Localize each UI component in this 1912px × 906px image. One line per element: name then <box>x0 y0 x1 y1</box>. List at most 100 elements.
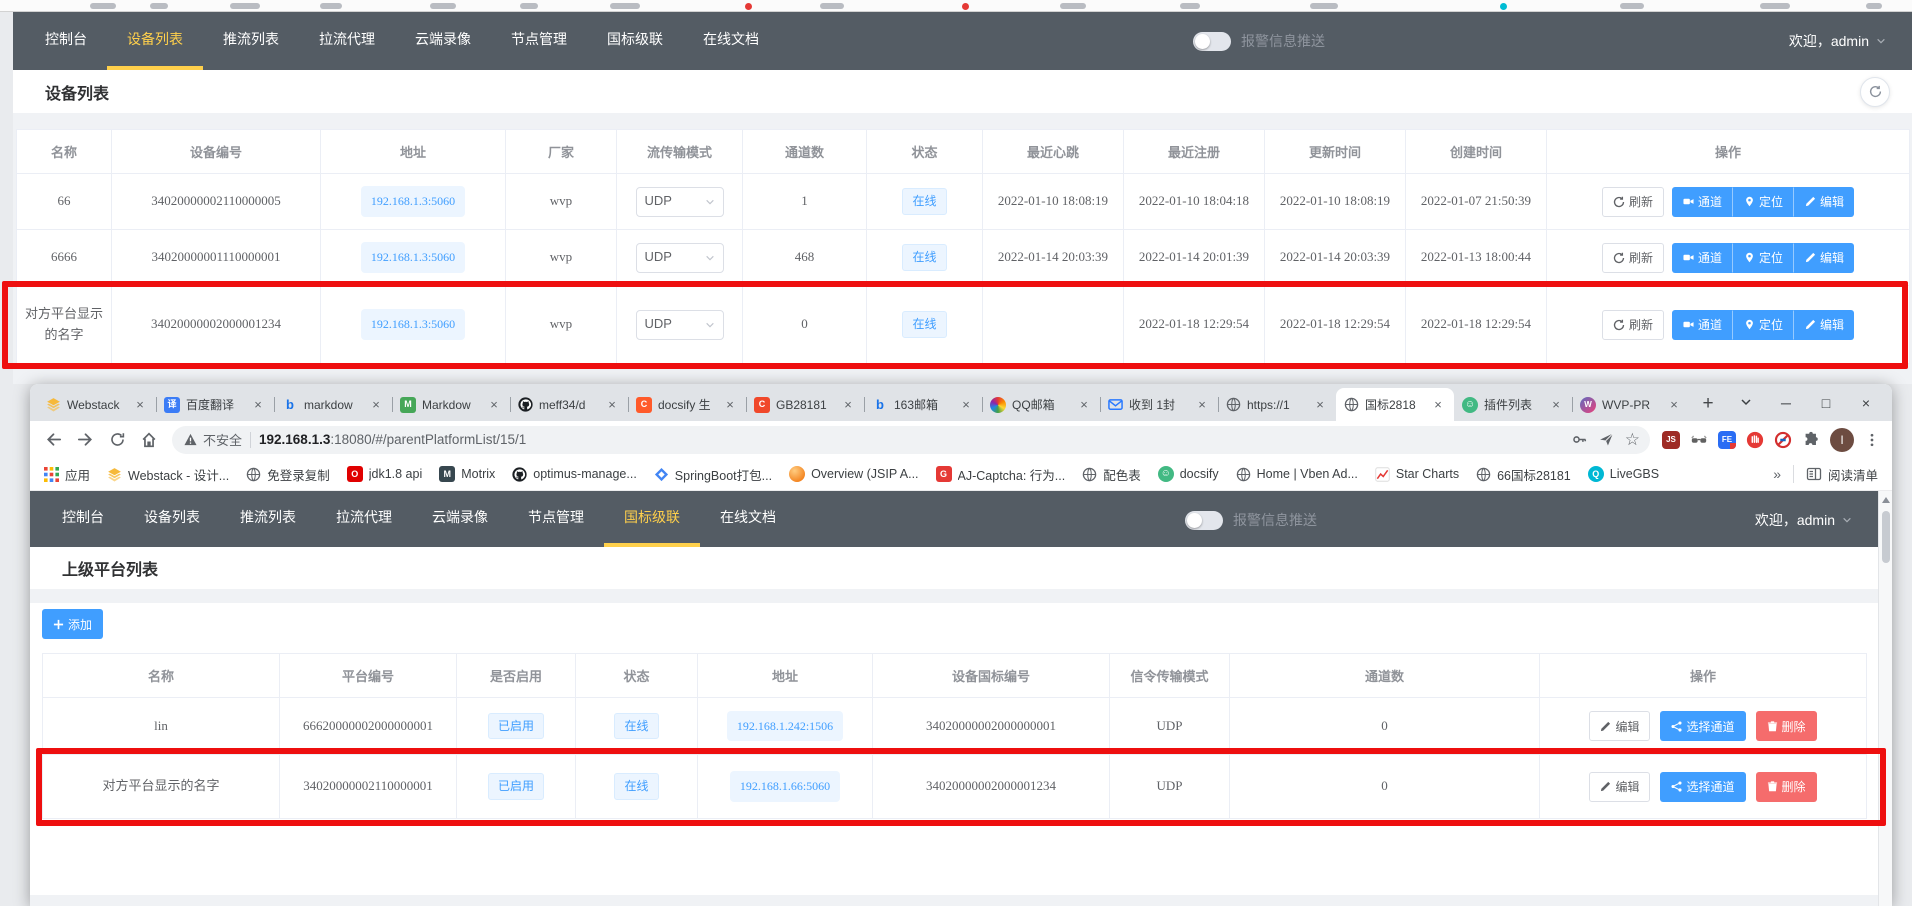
user-menu[interactable]: 欢迎，admin <box>1755 491 1852 549</box>
browser-tab[interactable]: QQ邮箱× <box>982 388 1100 421</box>
browser-tab[interactable]: Cdocsify 生× <box>628 388 746 421</box>
bookmark-item[interactable]: Overview (JSIP A... <box>789 466 918 482</box>
refresh-device-button[interactable]: 刷新 <box>1602 310 1664 340</box>
tab-close-icon[interactable]: × <box>368 397 384 413</box>
tab-close-icon[interactable]: × <box>1076 397 1092 413</box>
tab-close-icon[interactable]: × <box>1312 397 1328 413</box>
add-platform-button[interactable]: 添加 <box>42 609 103 639</box>
tab-close-icon[interactable]: × <box>132 397 148 413</box>
nav-item[interactable]: 国标级联 <box>587 12 683 70</box>
nav-item[interactable]: 设备列表 <box>107 12 203 70</box>
nav-item[interactable]: 在线文档 <box>700 491 796 547</box>
bookmark-item[interactable]: SpringBoot打包... <box>654 465 772 484</box>
adblock-extension-icon[interactable] <box>1774 431 1792 449</box>
nav-item[interactable]: 推流列表 <box>203 12 299 70</box>
nav-item[interactable]: 节点管理 <box>491 12 587 70</box>
bookmark-item[interactable]: Webstack - 设计... <box>107 465 229 484</box>
browser-menu-kebab-icon[interactable] <box>1864 432 1880 448</box>
nav-item[interactable]: 拉流代理 <box>299 12 395 70</box>
browser-tab[interactable]: bmarkdow× <box>274 388 392 421</box>
browser-tab[interactable]: CGB28181× <box>746 388 864 421</box>
delete-platform-button[interactable]: 删除 <box>1756 711 1817 741</box>
bookmark-item[interactable]: 66国标28181 <box>1476 465 1571 484</box>
security-chip[interactable]: 不安全 <box>184 430 242 449</box>
tab-close-icon[interactable]: × <box>1430 397 1446 413</box>
tab-close-icon[interactable]: × <box>1194 397 1210 413</box>
page-refresh-button[interactable] <box>1860 77 1890 107</box>
stream-mode-select[interactable]: UDP <box>636 310 724 340</box>
back-button[interactable] <box>38 425 68 455</box>
password-key-icon[interactable] <box>1571 431 1588 448</box>
tab-close-icon[interactable]: × <box>1548 397 1564 413</box>
browser-tab[interactable]: 译百度翻译× <box>156 388 274 421</box>
bookmark-item[interactable]: 应用 <box>44 465 90 484</box>
channel-button[interactable]: 通道 <box>1672 243 1733 273</box>
browser-tab[interactable]: ☺插件列表× <box>1454 388 1572 421</box>
bookmark-item[interactable]: 配色表 <box>1082 465 1141 484</box>
browser-tab[interactable]: MMarkdow× <box>392 388 510 421</box>
browser-tab[interactable]: 收到 1封× <box>1100 388 1218 421</box>
minimize-button[interactable]: ─ <box>1766 395 1806 411</box>
reading-list-button[interactable]: 阅读清单 <box>1806 465 1878 484</box>
tab-search-button[interactable] <box>1726 395 1766 411</box>
locate-button[interactable]: 定位 <box>1733 187 1794 217</box>
scroll-up-arrow[interactable] <box>1882 497 1890 503</box>
nav-item[interactable]: 在线文档 <box>683 12 779 70</box>
nav-item[interactable]: 控制台 <box>25 12 107 70</box>
browser-tab[interactable]: b163邮箱× <box>864 388 982 421</box>
stop-hand-extension-icon[interactable] <box>1746 431 1764 449</box>
tab-close-icon[interactable]: × <box>604 397 620 413</box>
tab-close-icon[interactable]: × <box>958 397 974 413</box>
scroll-thumb[interactable] <box>1882 511 1890 563</box>
reload-button[interactable] <box>102 425 132 455</box>
browser-tab[interactable]: meff34/d× <box>510 388 628 421</box>
bookmarks-overflow-button[interactable]: » <box>1773 466 1781 482</box>
locate-button[interactable]: 定位 <box>1733 310 1794 340</box>
bookmark-item[interactable]: 免登录复制 <box>246 465 330 484</box>
address-bar[interactable]: 不安全 192.168.1.3:18080/#/parentPlatformLi… <box>172 426 1650 454</box>
forward-button[interactable] <box>70 425 100 455</box>
home-button[interactable] <box>134 425 164 455</box>
channel-button[interactable]: 通道 <box>1672 310 1733 340</box>
refresh-device-button[interactable]: 刷新 <box>1602 187 1664 217</box>
new-tab-button[interactable]: + <box>1694 390 1722 418</box>
nav-item[interactable]: 推流列表 <box>220 491 316 547</box>
edit-device-button[interactable]: 编辑 <box>1794 187 1854 217</box>
bookmark-star-icon[interactable]: ☆ <box>1625 431 1640 448</box>
channel-button[interactable]: 通道 <box>1672 187 1733 217</box>
browser-tab[interactable]: WWVP-PR× <box>1572 388 1690 421</box>
edit-platform-button[interactable]: 编辑 <box>1589 711 1650 741</box>
alarm-push-toggle[interactable] <box>1185 511 1223 530</box>
tab-close-icon[interactable]: × <box>840 397 856 413</box>
refresh-device-button[interactable]: 刷新 <box>1602 243 1664 273</box>
extensions-puzzle-icon[interactable] <box>1802 431 1820 449</box>
tab-close-icon[interactable]: × <box>486 397 502 413</box>
edit-device-button[interactable]: 编辑 <box>1794 243 1854 273</box>
edit-device-button[interactable]: 编辑 <box>1794 310 1854 340</box>
bookmark-item[interactable]: Home | Vben Ad... <box>1236 467 1358 482</box>
nav-item[interactable]: 云端录像 <box>412 491 508 547</box>
edit-platform-button[interactable]: 编辑 <box>1589 772 1650 802</box>
select-channel-button[interactable]: 选择通道 <box>1660 772 1745 802</box>
incognito-glasses-icon[interactable] <box>1690 431 1708 449</box>
bookmark-item[interactable]: optimus-manage... <box>512 467 637 482</box>
page-scrollbar[interactable] <box>1878 491 1892 906</box>
tab-close-icon[interactable]: × <box>722 397 738 413</box>
bookmark-item[interactable]: MMotrix <box>439 466 495 482</box>
delete-platform-button[interactable]: 删除 <box>1756 772 1817 802</box>
locate-button[interactable]: 定位 <box>1733 243 1794 273</box>
browser-tab[interactable]: https://1× <box>1218 388 1336 421</box>
profile-avatar[interactable]: I <box>1830 428 1854 452</box>
nav-item[interactable]: 拉流代理 <box>316 491 412 547</box>
browser-tab[interactable]: 国标2818× <box>1336 388 1454 421</box>
stream-mode-select[interactable]: UDP <box>636 187 724 217</box>
js-extension-icon[interactable]: JS <box>1662 431 1680 449</box>
bookmark-item[interactable]: ☺docsify <box>1158 466 1219 482</box>
browser-tab[interactable]: Webstack× <box>38 388 156 421</box>
bookmark-item[interactable]: QLiveGBS <box>1588 466 1659 482</box>
send-to-device-icon[interactable] <box>1598 431 1615 448</box>
bookmark-item[interactable]: Star Charts <box>1375 467 1459 482</box>
tab-close-icon[interactable]: × <box>1666 397 1682 413</box>
stream-mode-select[interactable]: UDP <box>636 243 724 273</box>
bookmark-item[interactable]: Ojdk1.8 api <box>347 466 423 482</box>
